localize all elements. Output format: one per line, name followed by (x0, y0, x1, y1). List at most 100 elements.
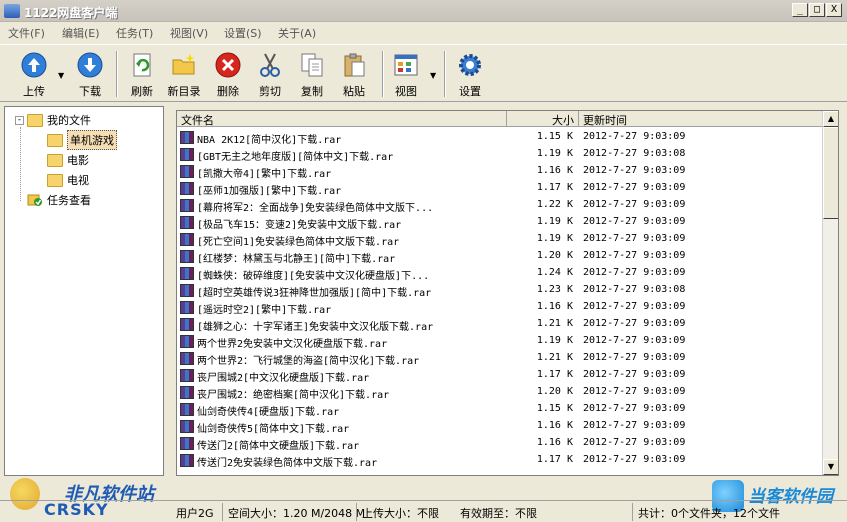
view-label: 视图 (395, 85, 417, 98)
table-row[interactable]: 两个世界2：飞行城堡的海盗[简中汉化]下载.rar 1.21 K 2012-7-27… (177, 350, 823, 367)
file-time: 2012-7-27 9:03:09 (583, 318, 686, 329)
close-button[interactable]: X (826, 3, 842, 17)
tree-item-movies[interactable]: 电影 (47, 151, 89, 169)
table-row[interactable]: [GBT无主之地年度版][简体中文]下载.rar 1.19 K 2012-7-27 … (177, 146, 823, 163)
file-time: 2012-7-27 9:03:09 (583, 301, 686, 312)
tree-collapse-toggle[interactable]: - (15, 116, 24, 125)
menu-bar: 文件(F) 编辑(E) 任务(T) 视图(V) 设置(S) 关于(A) (0, 22, 847, 42)
table-row[interactable]: 仙剑奇侠传4[硬盘版]下载.rar 1.15 K 2012-7-27 9:03:09 (177, 401, 823, 418)
file-time: 2012-7-27 9:03:09 (583, 182, 686, 193)
scroll-thumb[interactable] (823, 127, 838, 219)
table-row[interactable]: [巫师1加强版][繁中]下载.rar 1.17 K 2012-7-27 9:03:0… (177, 180, 823, 197)
file-time: 2012-7-27 9:03:09 (583, 335, 686, 346)
vertical-scrollbar[interactable]: ▲ ▼ (822, 111, 838, 475)
table-row[interactable]: 丧尸围城2[中文汉化硬盘版]下载.rar 1.17 K 2012-7-27 9:03… (177, 367, 823, 384)
cut-button[interactable]: 剪切 (250, 51, 290, 99)
delete-button[interactable]: 删除 (208, 51, 248, 99)
rar-file-icon (180, 420, 194, 433)
upload-dropdown-icon[interactable]: ▼ (58, 71, 64, 80)
file-time: 2012-7-27 9:03:09 (583, 131, 686, 142)
file-name: [红楼梦：林黛玉与北静王][简中]下载.rar (197, 254, 396, 265)
status-separator (356, 503, 357, 521)
view-icon (394, 54, 418, 76)
upload-label: 上传 (23, 85, 45, 98)
file-size: 1.16 K (536, 420, 573, 431)
file-size: 1.19 K (536, 233, 573, 244)
window-title: 1122网盘客户端 (24, 6, 118, 20)
file-name: [GBT无主之地年度版][简体中文]下载.rar (197, 152, 394, 163)
paste-button[interactable]: 粘贴 (334, 51, 374, 99)
file-time: 2012-7-27 9:03:09 (583, 420, 686, 431)
rar-file-icon (180, 165, 194, 178)
column-header-time[interactable]: 更新时间 (579, 111, 823, 127)
menu-settings[interactable]: 设置(S) (224, 25, 262, 41)
delete-label: 删除 (217, 85, 239, 98)
table-row[interactable]: 传送门2[简体中文硬盘版]下载.rar 1.16 K 2012-7-27 9:03:… (177, 435, 823, 452)
tree-item-tasks[interactable]: 任务查看 (27, 191, 91, 209)
file-size: 1.19 K (536, 148, 573, 159)
refresh-icon (133, 53, 151, 77)
table-row[interactable]: [蜘蛛侠：破碎维度][免安装中文汉化硬盘版]下... 1.24 K 2012-7-2… (177, 265, 823, 282)
file-size: 1.17 K (536, 182, 573, 193)
file-name: [死亡空间1]免安装绿色简体中文版下载.rar (197, 237, 400, 248)
file-size: 1.19 K (536, 216, 573, 227)
file-name: [幕府将军2：全面战争]免安装绿色简体中文版下... (197, 203, 434, 214)
tree-item-label: 电视 (67, 174, 89, 187)
rar-file-icon (180, 403, 194, 416)
new-folder-icon (172, 54, 195, 75)
table-row[interactable]: [红楼梦：林黛玉与北静王][简中]下载.rar 1.20 K 2012-7-27 9… (177, 248, 823, 265)
menu-file[interactable]: 文件(F) (8, 25, 45, 41)
file-name: 两个世界2免安装中文汉化硬盘版下载.rar (197, 339, 388, 350)
table-row[interactable]: [超时空英雄传说3狂神降世加强版][简中]下载.rar 1.23 K 2012-7-… (177, 282, 823, 299)
refresh-button[interactable]: 刷新 (122, 51, 162, 99)
tree-item-pc-games[interactable]: 单机游戏 (47, 130, 117, 150)
table-row[interactable]: NBA 2K12[简中汉化]下载.rar 1.15 K 2012-7-27 9:03… (177, 129, 823, 146)
table-row[interactable]: [死亡空间1]免安装绿色简体中文版下载.rar 1.19 K 2012-7-27 9… (177, 231, 823, 248)
file-time: 2012-7-27 9:03:09 (583, 352, 686, 363)
file-time: 2012-7-27 9:03:09 (583, 454, 686, 465)
minimize-button[interactable]: _ (792, 3, 808, 17)
menu-edit[interactable]: 编辑(E) (62, 25, 100, 41)
table-row[interactable]: [幕府将军2：全面战争]免安装绿色简体中文版下... 1.22 K 2012-7-2… (177, 197, 823, 214)
rar-file-icon (180, 216, 194, 229)
menu-about[interactable]: 关于(A) (278, 25, 316, 41)
column-header-name[interactable]: 文件名 (177, 111, 507, 127)
menu-task[interactable]: 任务(T) (116, 25, 153, 41)
file-size: 1.23 K (536, 284, 573, 295)
column-header-size[interactable]: 大小 (507, 111, 579, 127)
file-time: 2012-7-27 9:03:09 (583, 369, 686, 380)
file-size: 1.21 K (536, 318, 573, 329)
scroll-down-button[interactable]: ▼ (823, 459, 838, 475)
file-name: 仙剑奇侠传4[硬盘版]下载.rar (197, 407, 340, 418)
new-folder-button[interactable]: 新目录 (164, 51, 204, 99)
status-separator (222, 503, 223, 521)
file-name: 仙剑奇侠传5[简体中文]下载.rar (197, 424, 350, 435)
table-row[interactable]: 丧尸围城2：绝密档案[简中汉化]下载.rar 1.20 K 2012-7-27 9:… (177, 384, 823, 401)
table-row[interactable]: [凯撒大帝4][繁中]下载.rar 1.16 K 2012-7-27 9:03:09 (177, 163, 823, 180)
maximize-button[interactable]: □ (809, 3, 825, 17)
table-row[interactable]: 传送门2免安装绿色简体中文版下载.rar 1.17 K 2012-7-27 9:03… (177, 452, 823, 469)
table-row[interactable]: [雄狮之心：十字军诸王]免安装中文汉化版下载.rar 1.21 K 2012-7-2… (177, 316, 823, 333)
download-button[interactable]: 下载 (70, 51, 110, 99)
tree-item-my-files[interactable]: 我的文件 (27, 111, 91, 129)
paste-icon (344, 53, 365, 77)
table-row[interactable]: [遥远时空2][繁中]下载.rar 1.16 K 2012-7-27 9:03:09 (177, 299, 823, 316)
file-name: 传送门2免安装绿色简体中文版下载.rar (197, 458, 378, 469)
table-row[interactable]: 仙剑奇侠传5[简体中文]下载.rar 1.16 K 2012-7-27 9:03:0… (177, 418, 823, 435)
view-button[interactable]: 视图 (386, 51, 426, 99)
settings-button[interactable]: 设置 (450, 51, 490, 99)
copy-icon (301, 53, 323, 77)
copy-button[interactable]: 复制 (292, 51, 332, 99)
table-row[interactable]: [极品飞车15：变速2]免安装中文版下载.rar 1.19 K 2012-7-27 … (177, 214, 823, 231)
view-dropdown-icon[interactable]: ▼ (430, 71, 436, 80)
status-total: 共计：0个文件夹，12个文件 (638, 507, 780, 520)
upload-icon (21, 52, 47, 78)
file-time: 2012-7-27 9:03:08 (583, 148, 686, 159)
table-row[interactable]: 两个世界2免安装中文汉化硬盘版下载.rar 1.19 K 2012-7-27 9:0… (177, 333, 823, 350)
scroll-up-button[interactable]: ▲ (823, 111, 838, 127)
upload-button[interactable]: 上传 (14, 51, 54, 99)
menu-view[interactable]: 视图(V) (170, 25, 208, 41)
file-time: 2012-7-27 9:03:09 (583, 267, 686, 278)
tree-item-tv[interactable]: 电视 (47, 171, 89, 189)
rar-file-icon (180, 386, 194, 399)
